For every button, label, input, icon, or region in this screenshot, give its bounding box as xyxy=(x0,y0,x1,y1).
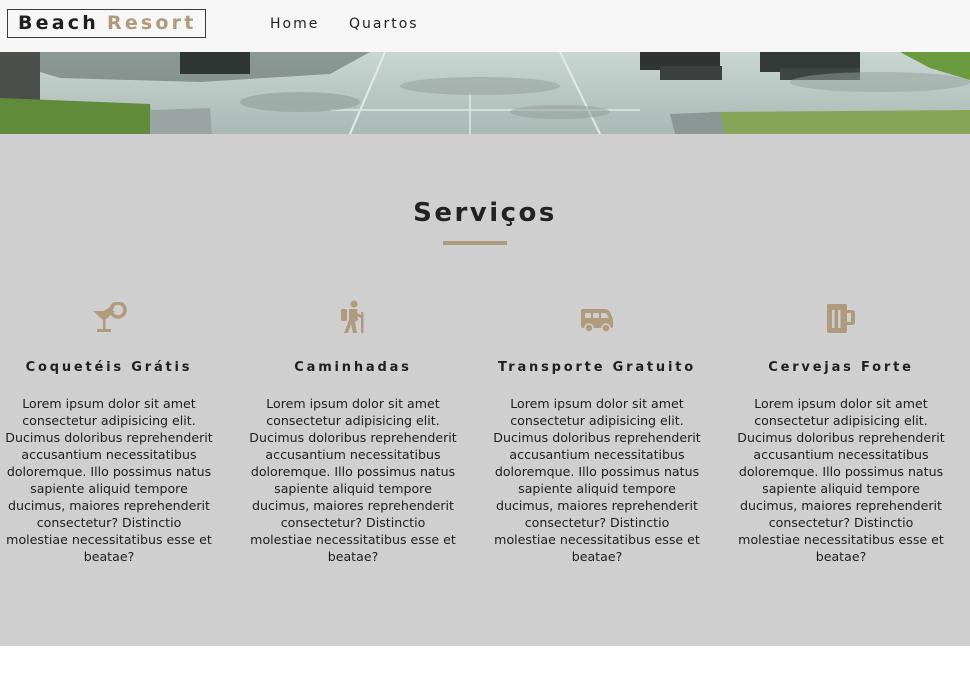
service-card: Cervejas Forte Lorem ipsum dolor sit ame… xyxy=(736,294,946,565)
service-description: Lorem ipsum dolor sit amet consectetur a… xyxy=(249,396,457,564)
service-title: Caminhadas xyxy=(294,360,412,375)
nav-link-rooms[interactable]: Quartos xyxy=(349,16,419,32)
cocktail-icon xyxy=(4,294,214,334)
service-description: Lorem ipsum dolor sit amet consectetur a… xyxy=(737,396,945,564)
navbar: Beach Resort Home Quartos xyxy=(0,0,970,52)
nav-link-home[interactable]: Home xyxy=(270,16,319,32)
service-description: Lorem ipsum dolor sit amet consectetur a… xyxy=(493,396,701,564)
services-section: Serviços Coquetéis Grátis Lorem ipsum do… xyxy=(0,134,970,646)
hero-image xyxy=(0,52,970,134)
beer-icon xyxy=(736,294,946,334)
section-title: Serviços xyxy=(413,198,557,228)
brand-logo[interactable]: Beach Resort xyxy=(7,9,206,38)
service-card: Coquetéis Grátis Lorem ipsum dolor sit a… xyxy=(4,294,214,565)
title-underline xyxy=(443,241,507,245)
brand-word-resort: Resort xyxy=(106,12,197,34)
service-card: Caminhadas Lorem ipsum dolor sit amet co… xyxy=(248,294,458,565)
service-title: Coquetéis Grátis xyxy=(25,360,193,375)
shuttle-van-icon xyxy=(492,294,702,334)
service-title: Cervejas Forte xyxy=(768,360,914,375)
service-description: Lorem ipsum dolor sit amet consectetur a… xyxy=(5,396,213,564)
service-title: Transporte Gratuito xyxy=(498,360,696,375)
hiking-icon xyxy=(248,294,458,334)
service-card: Transporte Gratuito Lorem ipsum dolor si… xyxy=(492,294,702,565)
brand-word-beach: Beach xyxy=(18,12,99,34)
